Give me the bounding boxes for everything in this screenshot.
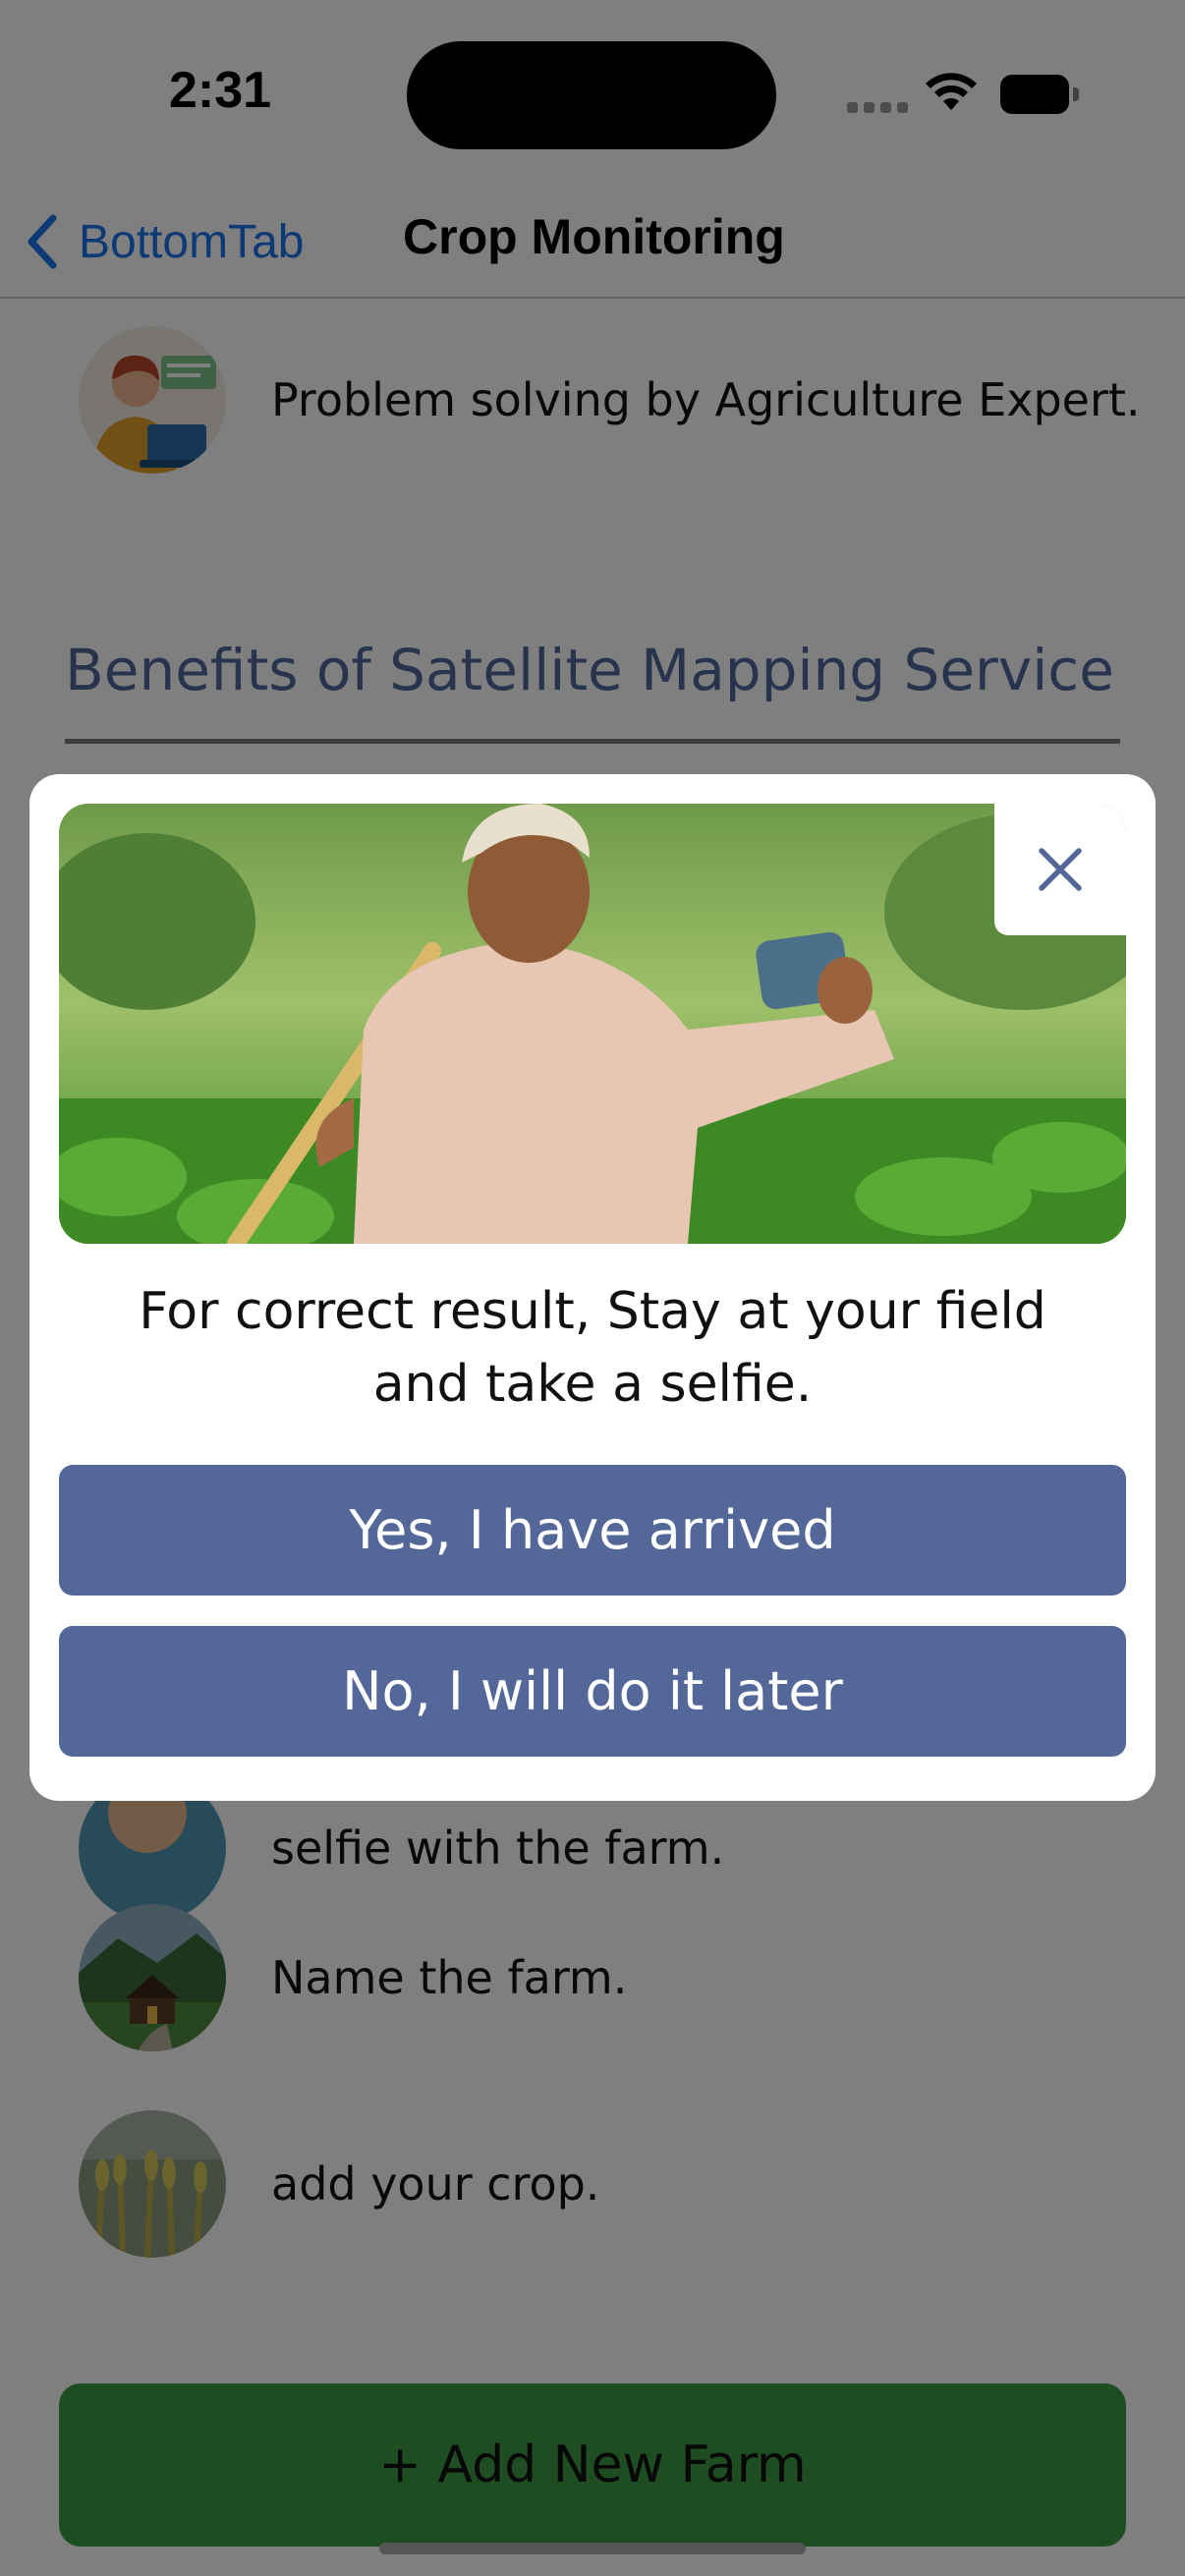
modal-message: For correct result, Stay at your field a… [88, 1275, 1097, 1421]
modal-message-line2: and take a selfie. [372, 1355, 813, 1414]
farmer-selfie-image [59, 804, 1126, 1244]
do-it-later-button[interactable]: No, I will do it later [59, 1626, 1126, 1757]
close-button[interactable] [994, 804, 1126, 935]
selfie-prompt-modal: For correct result, Stay at your field a… [29, 774, 1156, 1801]
home-indicator [379, 2543, 806, 2554]
close-icon [1039, 848, 1082, 891]
modal-message-line1: For correct result, Stay at your field [139, 1282, 1046, 1341]
confirm-arrived-button[interactable]: Yes, I have arrived [59, 1465, 1126, 1596]
